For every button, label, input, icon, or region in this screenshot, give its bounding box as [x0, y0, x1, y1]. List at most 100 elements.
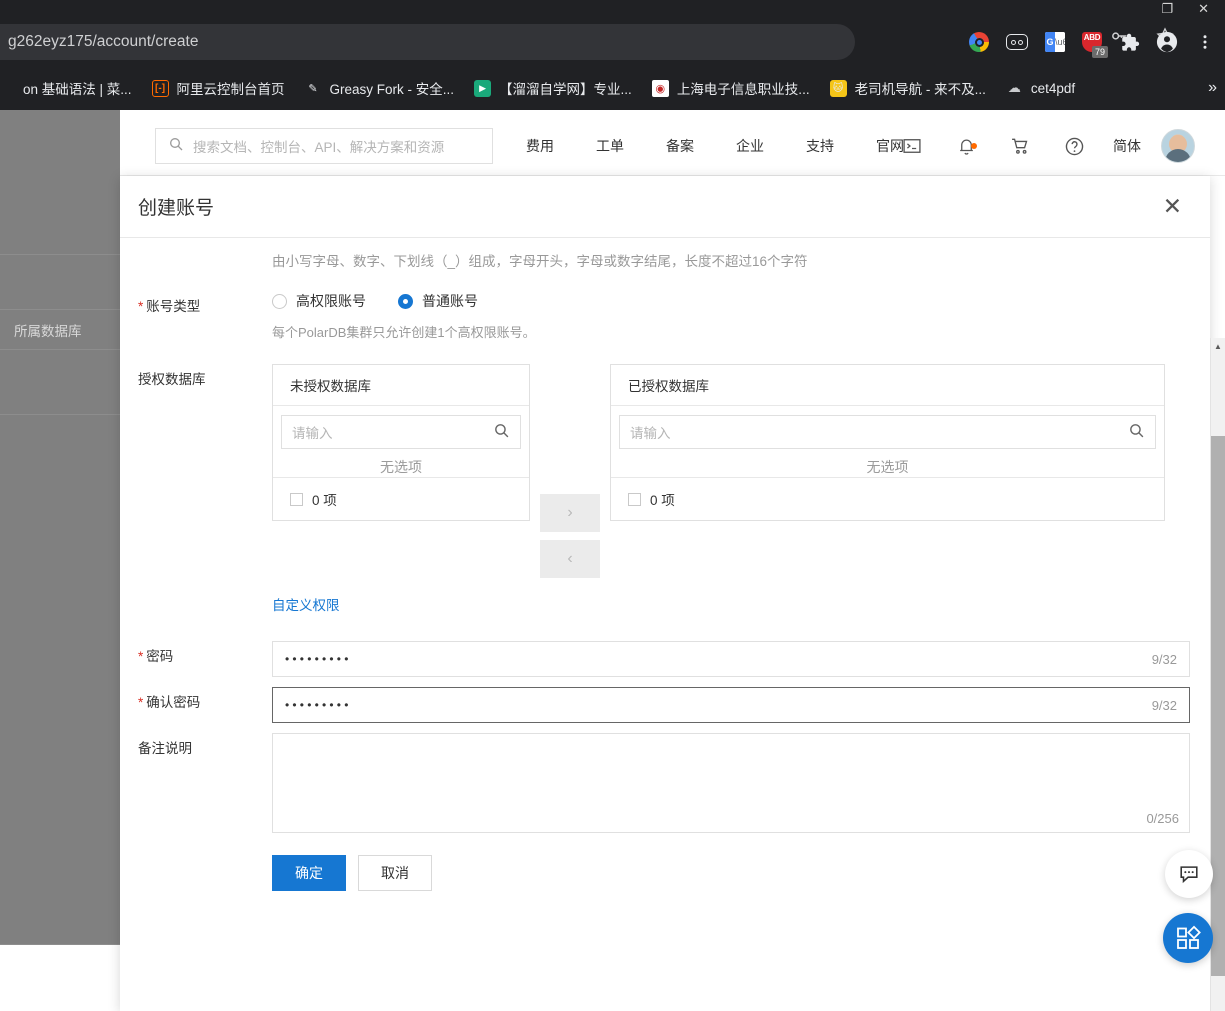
cloud-shell-icon[interactable] [885, 136, 939, 156]
scrollbar-thumb[interactable] [1211, 436, 1225, 976]
bookmark-label: 上海电子信息职业技... [676, 82, 810, 97]
console-nav: 费用 工单 备案 企业 支持 官网 [505, 128, 925, 164]
nav-enterprise[interactable]: 企业 [715, 136, 785, 156]
oo-extension-icon[interactable] [1005, 30, 1029, 54]
global-search-input[interactable]: 搜索文档、控制台、API、解决方案和资源 [155, 128, 493, 164]
user-avatar[interactable] [1161, 129, 1195, 163]
password-input[interactable]: ••••••••• 9/32 [272, 641, 1190, 677]
page-background-dim: 所属数据库 [0, 110, 120, 945]
bookmark-label: 【溜溜自学网】专业... [499, 82, 632, 97]
shopping-cart-icon[interactable] [993, 136, 1047, 156]
notification-dot [971, 142, 977, 149]
video-favicon-icon: ▶ [474, 79, 492, 97]
apps-grid-icon[interactable] [1163, 913, 1213, 963]
confirm-password-counter: 9/32 [1151, 697, 1177, 713]
bookmark-item[interactable]: [-] 阿里云控制台首页 [142, 74, 295, 102]
page-scrollbar[interactable]: ▲ [1210, 338, 1225, 1011]
aliyun-favicon-icon: [-] [151, 79, 169, 97]
bookmark-item[interactable]: ✎ Greasy Fork - 安全... [295, 74, 465, 102]
select-all-checkbox[interactable] [628, 492, 641, 506]
radio-dot-selected [398, 293, 413, 309]
bookmark-item[interactable]: on 基础语法 | 菜... [0, 74, 142, 102]
adblock-plus-icon[interactable]: ABD 79 [1081, 31, 1108, 58]
school-favicon-icon: ◉ [651, 79, 669, 97]
move-left-button[interactable]: ‹ [540, 540, 600, 578]
aliyun-console: 搜索文档、控制台、API、解决方案和资源 费用 工单 备案 企业 支持 官网 简… [0, 110, 1225, 1011]
remark-counter: 0/256 [1146, 811, 1179, 826]
unauthorized-db-count: 0 项 [312, 493, 337, 508]
bookmark-item[interactable]: ◉ 上海电子信息职业技... [642, 74, 820, 102]
chrome-extension-icon[interactable] [967, 30, 991, 54]
remark-textarea[interactable]: 0/256 [272, 733, 1190, 833]
database-transfer: 未授权数据库 请输入 无选项 0 项 › ‹ 已授权数据库 请输入 无选项 0 … [272, 364, 1210, 578]
console-header-icons: 简体 [885, 128, 1195, 164]
url-text: g262eyz175/account/create [8, 33, 199, 50]
bookmark-item[interactable]: 🐱 老司机导航 - 来不及... [820, 74, 996, 102]
browser-toolbar: g262eyz175/account/create G\u6587 [0, 18, 1225, 66]
authorized-db-label: 授权数据库 [138, 372, 206, 387]
create-account-modal: 创建账号 ✕ 由小写字母、数字、下划线（_）组成，字母开头，字母或数字结尾，长度… [120, 176, 1210, 1011]
nav-support[interactable]: 支持 [785, 136, 855, 156]
window-restore-button[interactable]: ❐ [1161, 0, 1173, 18]
authorized-db-empty: 无选项 [866, 459, 909, 475]
account-type-hint: 每个PolarDB集群只允许创建1个高权限账号。 [272, 325, 536, 340]
required-marker: * [138, 649, 144, 664]
unauthorized-db-footer: 0 项 [273, 477, 529, 520]
address-bar[interactable]: g262eyz175/account/create [0, 24, 855, 60]
help-question-icon[interactable] [1047, 136, 1101, 157]
close-icon[interactable]: ✕ [1157, 191, 1188, 222]
unauthorized-db-search-input[interactable]: 请输入 [281, 415, 521, 449]
modal-body: 由小写字母、数字、下划线（_）组成，字母开头，字母或数字结尾，长度不超过16个字… [120, 238, 1210, 1011]
submit-button[interactable]: 确定 [272, 855, 346, 891]
google-translate-icon[interactable]: G\u6587 [1043, 30, 1067, 54]
move-right-button[interactable]: › [540, 494, 600, 532]
nav-icp[interactable]: 备案 [645, 136, 715, 156]
chat-bubble-icon[interactable] [1165, 850, 1213, 898]
authorized-db-search-input[interactable]: 请输入 [619, 415, 1156, 449]
bookmarks-overflow-button[interactable]: » [1208, 79, 1217, 97]
custom-permission-link[interactable]: 自定义权限 [272, 598, 340, 613]
unauthorized-db-panel: 未授权数据库 请输入 无选项 0 项 [272, 364, 530, 521]
authorized-db-title: 已授权数据库 [611, 365, 1164, 406]
browser-titlebar: ❐ ✕ [0, 0, 1225, 18]
transfer-buttons: › ‹ [530, 364, 610, 578]
profile-avatar-icon[interactable] [1155, 30, 1179, 54]
window-close-button[interactable]: ✕ [1198, 0, 1209, 18]
radio-high-privilege[interactable]: 高权限账号 [272, 291, 366, 311]
radio-normal-account[interactable]: 普通账号 [398, 291, 478, 311]
password-label: * 密码 [138, 649, 174, 664]
search-icon[interactable] [1128, 422, 1145, 442]
cloud-favicon-icon: ☁ [1007, 80, 1021, 95]
bookmark-label: Greasy Fork - 安全... [329, 82, 455, 97]
extensions-puzzle-icon[interactable] [1117, 30, 1141, 54]
confirm-password-input[interactable]: ••••••••• 9/32 [272, 687, 1190, 723]
authorized-search-placeholder: 请输入 [630, 426, 671, 441]
modal-actions: 确定 取消 [272, 855, 1210, 891]
password-counter: 9/32 [1151, 651, 1177, 667]
bookmark-label: 阿里云控制台首页 [176, 82, 285, 97]
required-marker: * [138, 299, 144, 314]
unauthorized-db-title: 未授权数据库 [273, 365, 529, 406]
nav-ticket[interactable]: 工单 [575, 136, 645, 156]
language-switcher[interactable]: 简体 [1101, 136, 1153, 156]
account-type-radio-group: 高权限账号 普通账号 [272, 291, 1210, 311]
scrollbar-up-arrow[interactable]: ▲ [1211, 338, 1225, 354]
extension-icons: G\u6587 ABD 79 [967, 24, 1217, 60]
bookmark-item[interactable]: ▶ 【溜溜自学网】专业... [464, 74, 642, 102]
select-all-checkbox[interactable] [290, 492, 303, 506]
radio-dot [272, 293, 287, 309]
nav-billing[interactable]: 费用 [505, 136, 575, 156]
search-icon[interactable] [493, 422, 510, 442]
bookmark-favicon [0, 80, 15, 97]
chrome-menu-icon[interactable] [1193, 30, 1217, 54]
modal-header: 创建账号 ✕ [120, 176, 1210, 238]
authorized-db-footer: 0 项 [611, 477, 1164, 520]
notification-bell-icon[interactable] [939, 137, 993, 156]
bookmark-label: 老司机导航 - 来不及... [854, 82, 986, 97]
bookmark-label: cet4pdf [1030, 80, 1076, 96]
bookmark-item[interactable]: ☁ cet4pdf [996, 74, 1085, 102]
required-marker: * [138, 695, 144, 710]
bookmark-label: on 基础语法 | 菜... [23, 82, 132, 97]
account-type-label: * 账号类型 [138, 299, 201, 314]
cancel-button[interactable]: 取消 [358, 855, 432, 891]
